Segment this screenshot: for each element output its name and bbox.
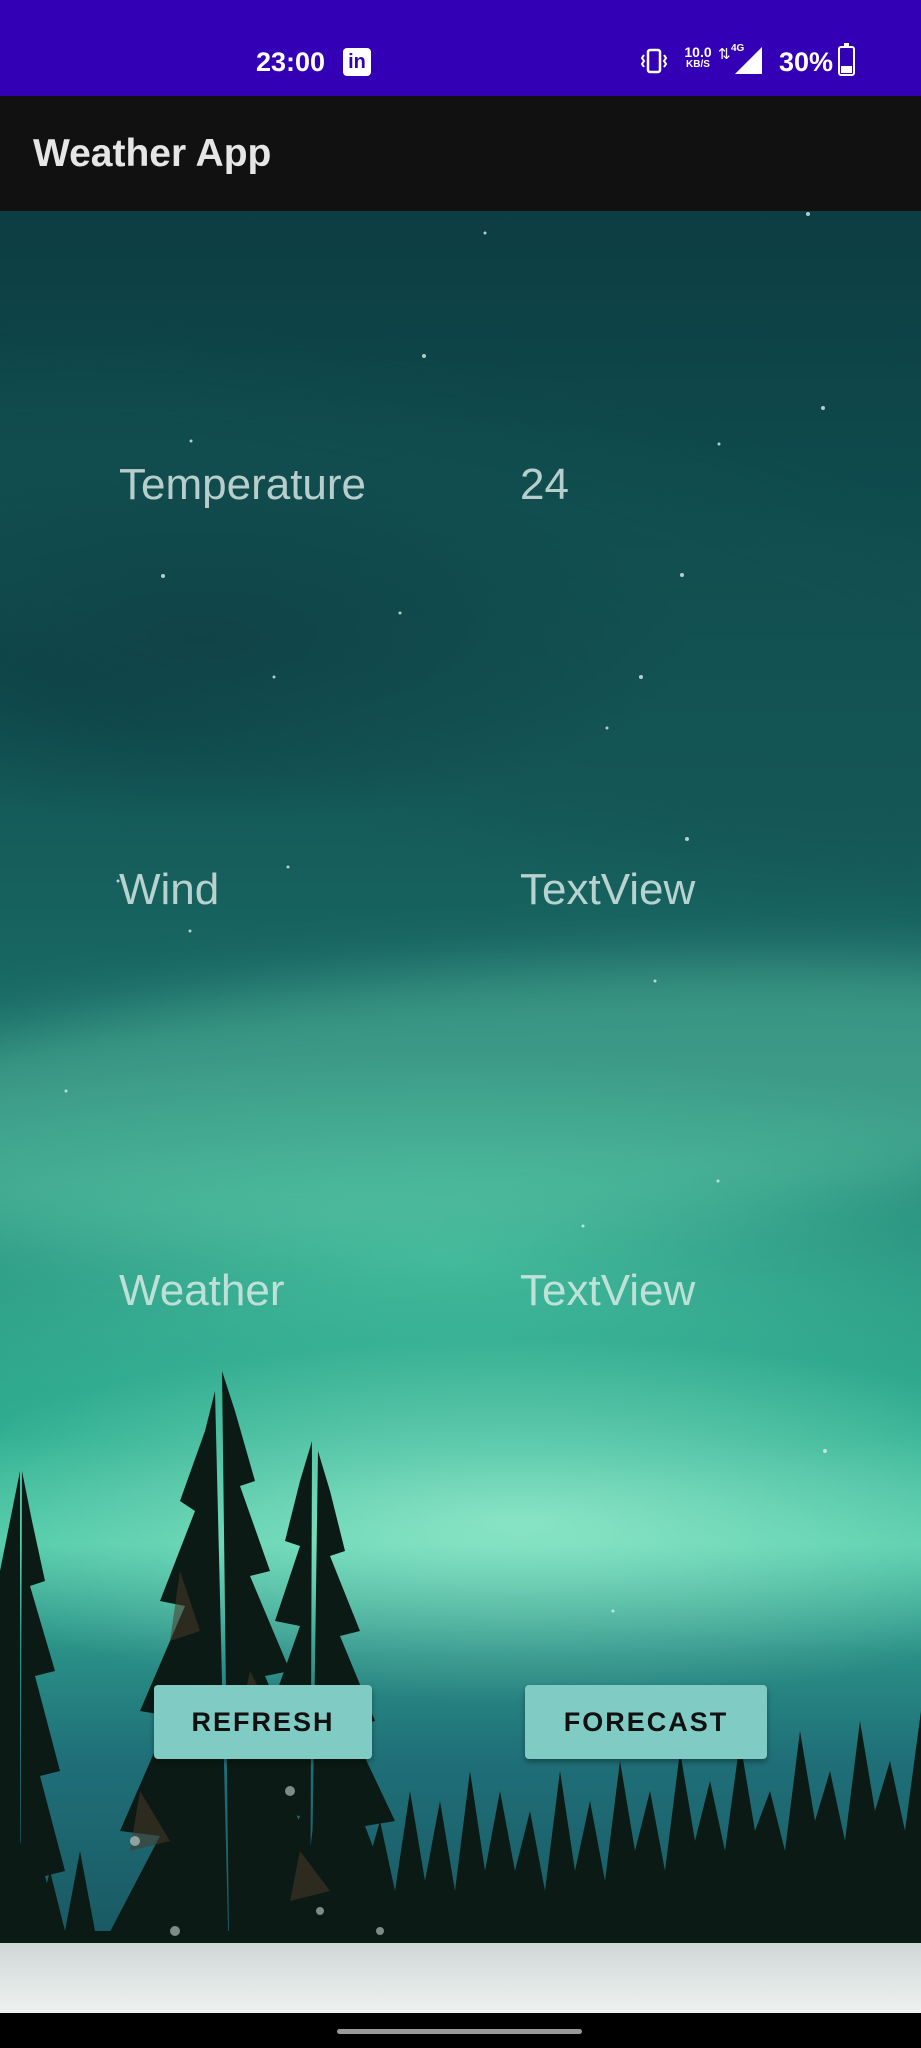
network-type: 4G xyxy=(731,43,745,54)
wind-value: TextView xyxy=(520,865,696,914)
main-content: Temperature 24 Wind TextView Weather Tex… xyxy=(0,211,921,2013)
network-speed: 10.0 KB/S xyxy=(681,45,715,71)
pine-forest xyxy=(0,1371,921,2013)
snow-ground xyxy=(0,1943,921,2013)
data-arrows-icon: ⇅ xyxy=(718,46,731,63)
battery-percent: 30% xyxy=(779,47,834,77)
home-indicator[interactable] xyxy=(337,2029,582,2034)
wind-label: Wind xyxy=(119,865,220,914)
weather-label: Weather xyxy=(119,1266,285,1315)
app-title: Weather App xyxy=(33,132,272,175)
linkedin-icon: in xyxy=(343,48,371,76)
network-speed-unit: KB/S xyxy=(686,59,710,70)
battery-charging-icon xyxy=(838,43,855,76)
forecast-button[interactable]: FORECAST xyxy=(525,1685,767,1759)
navigation-bar xyxy=(0,2013,921,2048)
status-bar: 23:00 in 10.0 KB/S ⇅ 4G 30% xyxy=(0,0,921,96)
refresh-button[interactable]: REFRESH xyxy=(154,1685,372,1759)
temperature-value: 24 xyxy=(520,460,569,509)
network-speed-value: 10.0 xyxy=(684,44,712,60)
status-time: 23:00 xyxy=(256,47,326,77)
temperature-label: Temperature xyxy=(119,460,367,509)
app-bar: Weather App xyxy=(0,96,921,211)
weather-value: TextView xyxy=(520,1266,696,1315)
vibrate-icon xyxy=(640,48,668,74)
